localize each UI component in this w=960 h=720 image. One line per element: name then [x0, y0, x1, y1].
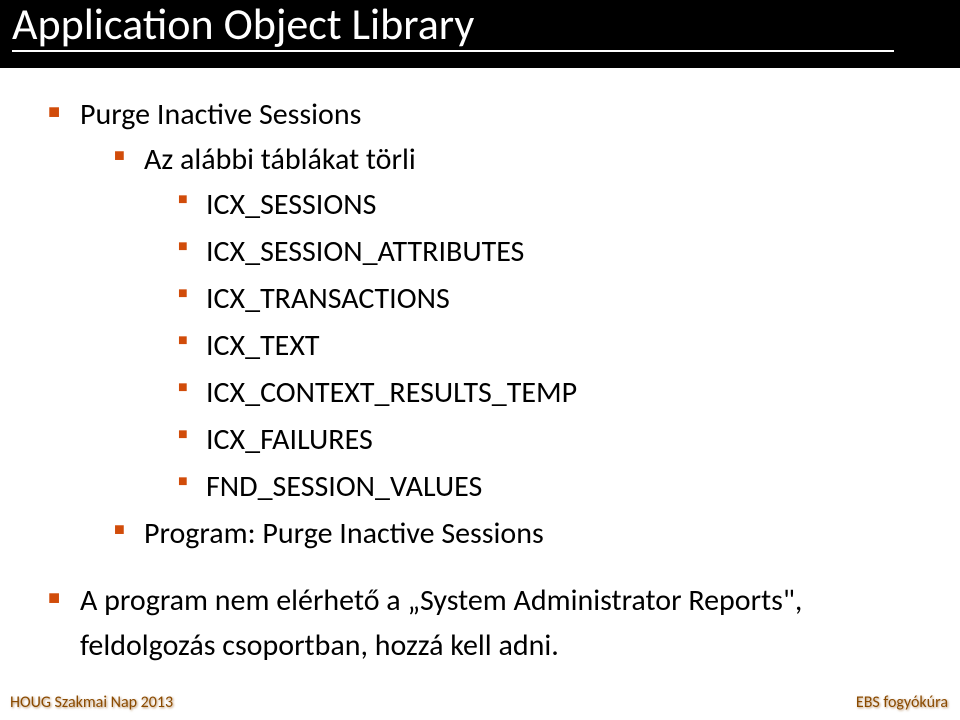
- bullet-text: Az alábbi táblákat törli: [144, 141, 416, 178]
- bullet-item: A program nem elérhető a „System Adminis…: [48, 578, 930, 668]
- bullet-item: ICX_CONTEXT_RESULTS_TEMP: [178, 370, 930, 415]
- bullet-text: ICX_TEXT: [206, 327, 320, 364]
- bullet-text: ICX_FAILURES: [206, 421, 373, 458]
- bullet-item: ICX_FAILURES: [178, 417, 930, 462]
- bullet-list-level1: A program nem elérhető a „System Adminis…: [48, 578, 930, 668]
- bullet-list-level2: Az alábbi táblákat törli ICX_SESSIONS IC…: [80, 137, 930, 556]
- footer-right-text: EBS fogyókúra: [856, 693, 948, 712]
- bullet-text: ICX_SESSION_ATTRIBUTES: [206, 233, 524, 270]
- slide-title: Application Object Library: [12, 2, 894, 52]
- bullet-item: Az alábbi táblákat törli ICX_SESSIONS IC…: [114, 137, 930, 509]
- bullet-list-level1: Purge Inactive Sessions Az alábbi táblák…: [48, 92, 930, 556]
- slide-content: Purge Inactive Sessions Az alábbi táblák…: [0, 68, 960, 668]
- bullet-text: ICX_TRANSACTIONS: [206, 280, 450, 317]
- bullet-text: FND_SESSION_VALUES: [206, 468, 482, 505]
- bullet-item: Purge Inactive Sessions Az alábbi táblák…: [48, 92, 930, 556]
- footer-left-text: HOUG Szakmai Nap 2013: [10, 693, 173, 712]
- title-bar: Application Object Library: [0, 0, 960, 68]
- bullet-text: A program nem elérhető a „System Adminis…: [80, 582, 802, 664]
- slide: Application Object Library Purge Inactiv…: [0, 0, 960, 720]
- bullet-item: ICX_SESSION_ATTRIBUTES: [178, 229, 930, 274]
- bullet-list-level3: ICX_SESSIONS ICX_SESSION_ATTRIBUTES ICX_…: [144, 182, 930, 509]
- bullet-item: FND_SESSION_VALUES: [178, 464, 930, 509]
- bullet-text: ICX_SESSIONS: [206, 186, 376, 223]
- bullet-item: ICX_TEXT: [178, 323, 930, 368]
- bullet-text: Purge Inactive Sessions: [80, 96, 361, 133]
- bullet-item: Program: Purge Inactive Sessions: [114, 511, 930, 556]
- bullet-item: ICX_TRANSACTIONS: [178, 276, 930, 321]
- bullet-text: ICX_CONTEXT_RESULTS_TEMP: [206, 374, 577, 411]
- spacer: [48, 560, 930, 578]
- bullet-text: Program: Purge Inactive Sessions: [144, 515, 544, 552]
- bullet-item: ICX_SESSIONS: [178, 182, 930, 227]
